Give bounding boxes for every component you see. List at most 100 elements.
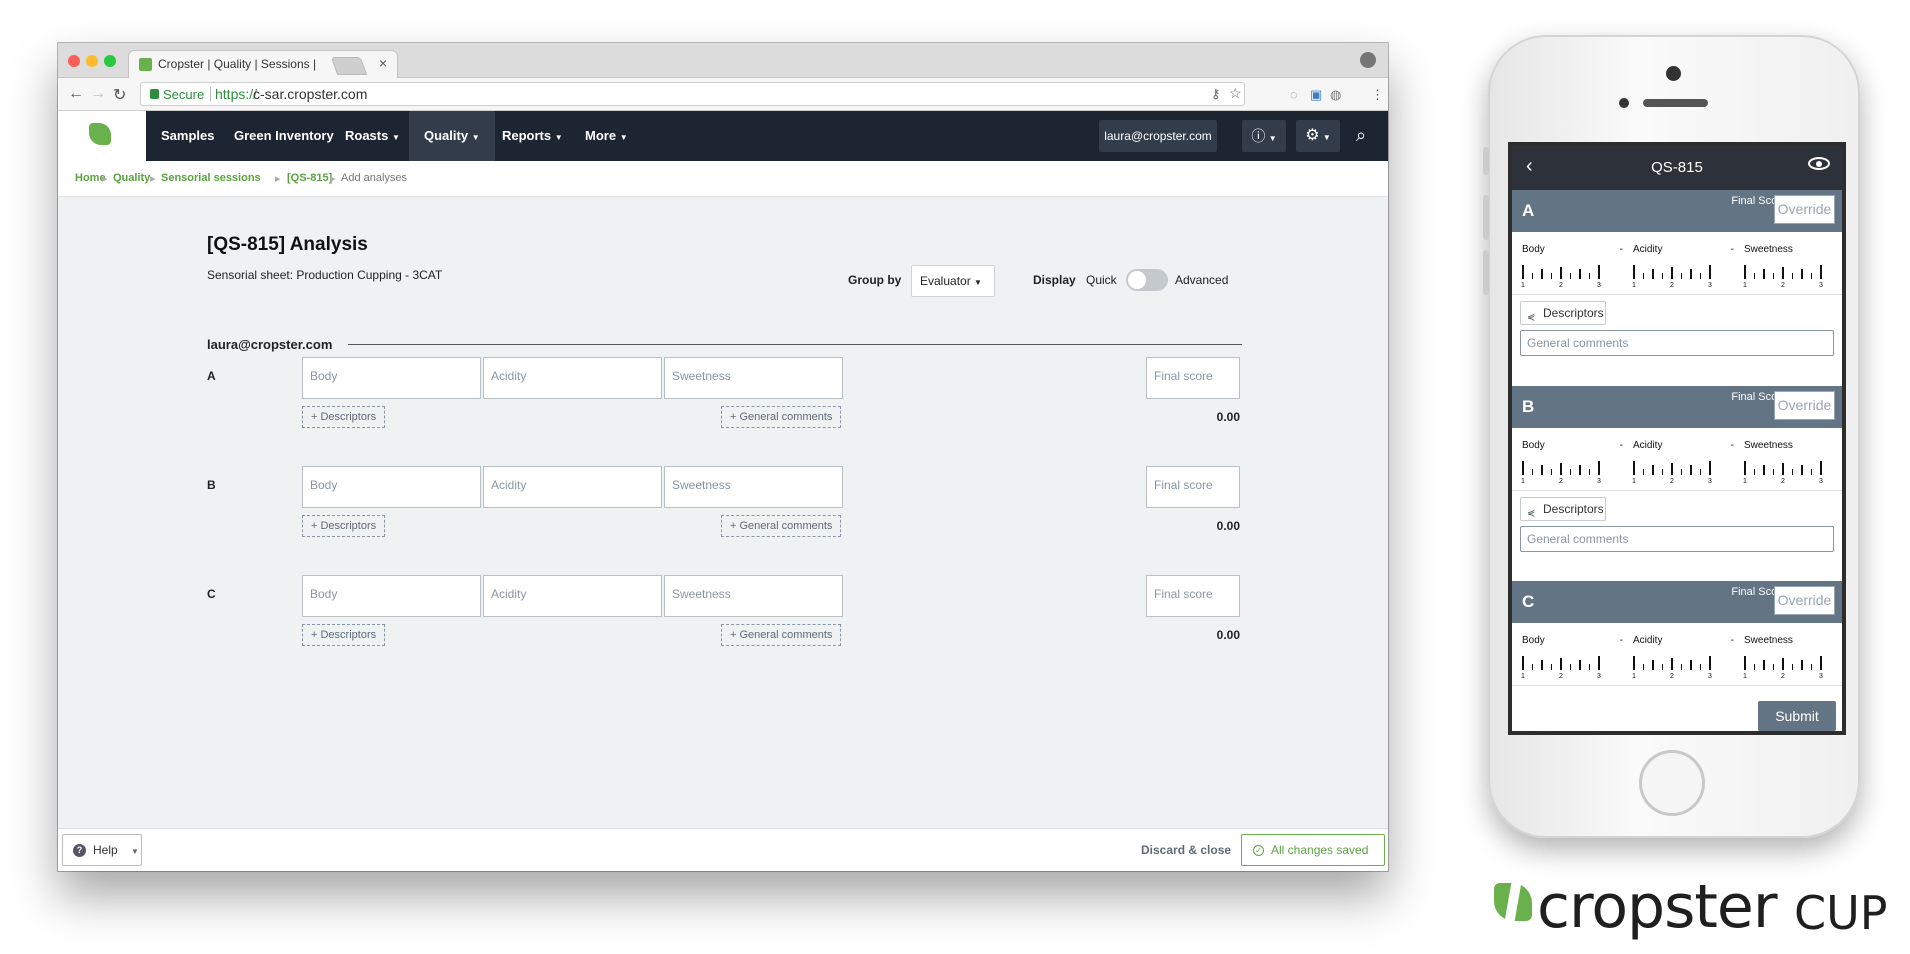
help-menu[interactable]: ⓘ ▼ [1242, 120, 1286, 152]
add-descriptors-button[interactable]: + Descriptors [302, 624, 386, 646]
question-icon: ? [73, 844, 86, 857]
back-arrow-icon[interactable]: ← [68, 85, 84, 103]
close-window-button[interactable] [68, 55, 80, 67]
save-status-button[interactable]: ✓ All changes saved [1241, 834, 1385, 866]
user-menu[interactable]: laura@cropster.com ▼ [1099, 120, 1217, 174]
add-descriptors-button[interactable]: + Descriptors [302, 515, 386, 537]
scale-tick [1652, 465, 1654, 475]
scale-tick [1791, 664, 1793, 670]
body-field[interactable]: Body [302, 466, 481, 508]
attribute-acidity: Acidity - [1633, 244, 1738, 255]
discard-close-button[interactable]: Discard & close [1141, 843, 1231, 857]
scale-tick [1671, 267, 1673, 279]
add-general-comments-button[interactable]: + General comments [721, 515, 842, 537]
nav-green-inventory[interactable]: Green Inventory [234, 111, 334, 161]
attribute-label: Sweetness [1744, 635, 1793, 646]
body-field[interactable]: Body [302, 575, 481, 617]
nav-quality[interactable]: Quality ▼ [409, 111, 495, 161]
extension-icon[interactable]: ◌ [1290, 87, 1298, 102]
acidity-field[interactable]: Acidity [483, 466, 662, 508]
attribute-scale-slider[interactable]: 1 2 3 [1521, 260, 1602, 289]
scale-tick [1598, 656, 1600, 670]
override-button[interactable]: Override [1774, 586, 1835, 615]
attribute-scale-slider[interactable]: 1 2 3 [1521, 651, 1602, 680]
attribute-scale-slider[interactable]: 1 2 3 [1521, 456, 1602, 485]
attribute-scale-slider[interactable]: 1 2 3 [1743, 651, 1824, 680]
caret-down-icon: ▼ [619, 133, 628, 142]
phone-side-button [1483, 195, 1489, 240]
url-field[interactable]: Secure https:// c-sar.cropster.com ⚷ ☆ [140, 82, 1245, 106]
sweetness-field[interactable]: Sweetness [664, 466, 843, 508]
attribute-label: Acidity [1633, 244, 1663, 255]
add-general-comments-button[interactable]: + General comments [721, 406, 842, 428]
phone-speaker [1643, 99, 1708, 107]
scale-tick [1690, 660, 1692, 670]
eye-icon[interactable] [1808, 157, 1830, 170]
nav-roasts[interactable]: Roasts ▼ [345, 111, 400, 161]
extension-icon[interactable]: ◍ [1330, 87, 1341, 103]
acidity-field[interactable]: Acidity [483, 357, 662, 399]
add-general-comments-button[interactable]: + General comments [721, 624, 842, 646]
final-score-field[interactable]: Final score [1146, 466, 1240, 508]
browser-menu-icon[interactable]: ⋮ [1371, 87, 1384, 103]
general-comments-input[interactable]: General comments [1520, 330, 1834, 356]
nav-samples[interactable]: Samples [161, 111, 214, 161]
settings-menu[interactable]: ⚙ ▼ [1296, 120, 1340, 152]
submit-button[interactable]: Submit [1758, 701, 1836, 731]
extension-icon[interactable]: ▣ [1310, 87, 1322, 103]
profile-icon[interactable] [1360, 52, 1376, 68]
body-field[interactable]: Body [302, 357, 481, 399]
attribute-label: Acidity [1633, 635, 1663, 646]
attribute-scale-slider[interactable]: 1 2 3 [1632, 456, 1713, 485]
scale-tick [1763, 465, 1765, 475]
maximize-window-button[interactable] [104, 55, 116, 67]
breadcrumb-home[interactable]: Home [75, 172, 106, 184]
final-score-field[interactable]: Final score [1146, 575, 1240, 617]
descriptors-button[interactable]: ⋞ Descriptors [1520, 497, 1606, 521]
override-button[interactable]: Override [1774, 195, 1835, 224]
sample-header: BFinal Score0Override [1512, 386, 1842, 428]
add-descriptors-button[interactable]: + Descriptors [302, 406, 386, 428]
new-tab-button[interactable] [330, 57, 368, 75]
nav-more[interactable]: More ▼ [585, 111, 628, 161]
breadcrumb-sessions[interactable]: Sensorial sessions [161, 172, 261, 184]
scale-tick [1633, 656, 1635, 670]
minimize-window-button[interactable] [86, 55, 98, 67]
bookmark-star-icon[interactable]: ☆ [1229, 85, 1242, 102]
url-scheme: https:// [215, 86, 258, 102]
scale-tick [1579, 465, 1581, 475]
help-button[interactable]: ? Help ▼ [62, 834, 142, 866]
display-mode-toggle[interactable] [1126, 269, 1168, 291]
sample-label: A [207, 369, 216, 383]
group-by-select[interactable]: Evaluator ▼ [911, 265, 995, 297]
attribute-scale-slider[interactable]: 1 2 3 [1743, 456, 1824, 485]
scale-number: 3 [1708, 673, 1712, 680]
scale-tick [1531, 664, 1533, 670]
acidity-field[interactable]: Acidity [483, 575, 662, 617]
sweetness-field[interactable]: Sweetness [664, 357, 843, 399]
logo-cut [1504, 883, 1522, 921]
close-tab-icon[interactable]: × [379, 55, 387, 71]
attribute-scale-slider[interactable]: 1 2 3 [1632, 260, 1713, 289]
scale-number: 1 [1743, 673, 1747, 680]
attribute-scale-slider[interactable]: 1 2 3 [1743, 260, 1824, 289]
cropster-logo-icon[interactable] [89, 123, 111, 145]
descriptors-button[interactable]: ⋞ Descriptors [1520, 301, 1606, 325]
forward-arrow-icon[interactable]: → [90, 85, 106, 103]
save-status-label: All changes saved [1271, 843, 1369, 857]
breadcrumb-session-id[interactable]: [QS-815] [287, 172, 332, 184]
breadcrumb-quality[interactable]: Quality [113, 172, 150, 184]
override-button[interactable]: Override [1774, 391, 1835, 420]
logo-area[interactable] [58, 111, 146, 161]
final-score-field[interactable]: Final score [1146, 357, 1240, 399]
key-icon[interactable]: ⚷ [1211, 86, 1221, 102]
search-icon[interactable]: ⌕ [1356, 125, 1366, 146]
home-button[interactable] [1639, 750, 1705, 816]
scale-tick [1550, 469, 1552, 475]
nav-reports[interactable]: Reports ▼ [502, 111, 563, 161]
sweetness-field[interactable]: Sweetness [664, 575, 843, 617]
phone-app: ‹ QS-815 AFinal Score0Override Body - 1 2 3 Ac… [1512, 146, 1842, 731]
attribute-scale-slider[interactable]: 1 2 3 [1632, 651, 1713, 680]
reload-icon[interactable]: ↻ [113, 85, 126, 105]
general-comments-input[interactable]: General comments [1520, 526, 1834, 552]
